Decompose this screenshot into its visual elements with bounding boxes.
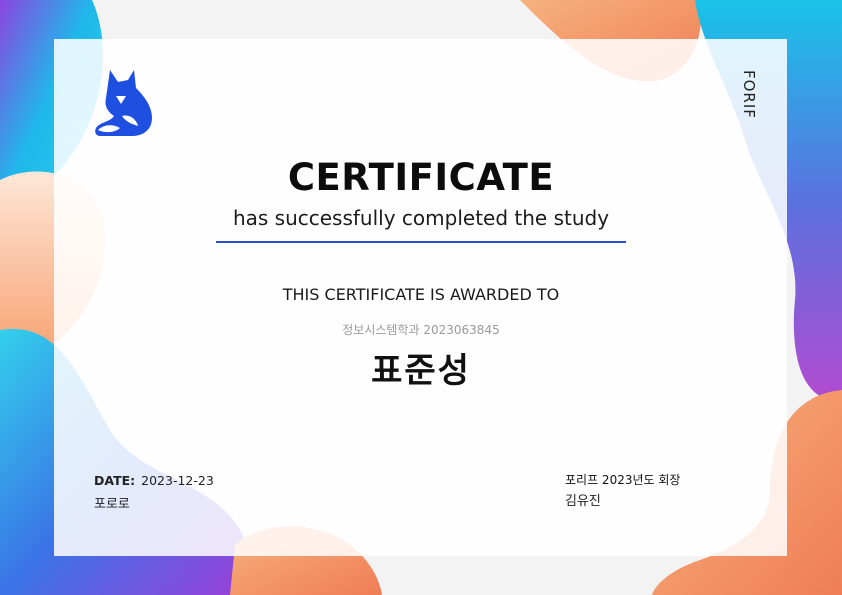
issuer-name: 포로로 [94, 497, 130, 512]
brand-side-label: FORIF [740, 70, 758, 119]
signer-title: 포리프 2023년도 회장 [565, 473, 681, 487]
recipient-name: 표준성 [371, 351, 471, 391]
date-value: 2023-12-23 [141, 473, 214, 488]
fox-icon [95, 70, 152, 136]
awarded-to-label: THIS CERTIFICATE IS AWARDED TO [282, 285, 560, 304]
title-divider [216, 241, 626, 243]
certificate-title: CERTIFICATE [287, 156, 555, 199]
signer-name: 김유진 [565, 494, 601, 509]
date-row: DATE: 2023-12-23 [94, 473, 214, 488]
certificate-subtitle: has successfully completed the study [232, 206, 610, 230]
department-id: 정보시스템학과 2023063845 [342, 323, 500, 337]
date-label: DATE: [94, 473, 136, 488]
